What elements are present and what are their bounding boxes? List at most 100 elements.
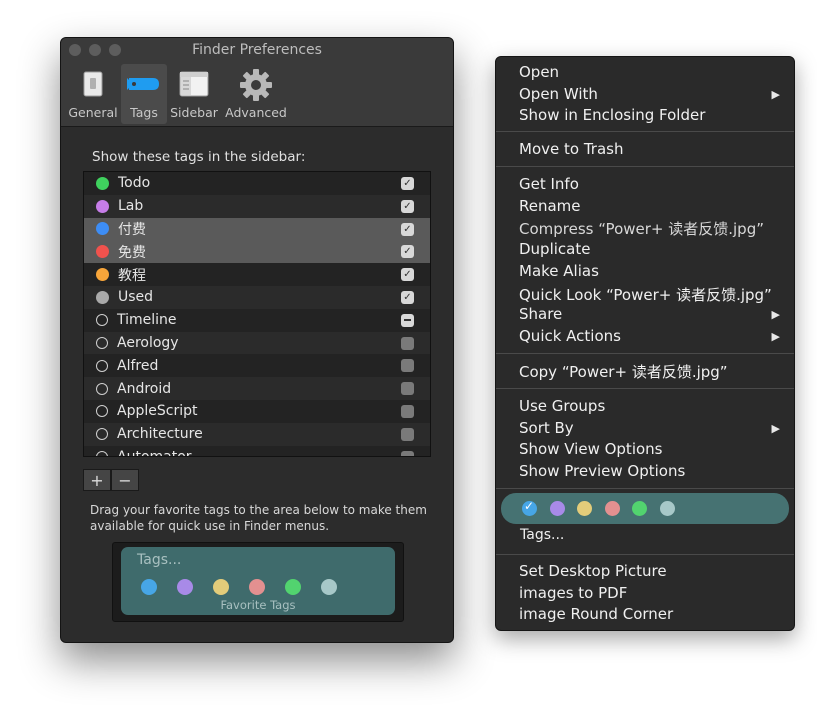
- tag-empty-circle: [96, 428, 108, 441]
- show-in-sidebar-checkbox[interactable]: [401, 359, 414, 373]
- tag-color-dot: [96, 222, 109, 236]
- show-in-sidebar-checkbox[interactable]: [401, 404, 414, 418]
- favorite-tag-dot[interactable]: [249, 579, 265, 595]
- menu-item[interactable]: Quick Look “Power+ 读者反馈.jpg”: [519, 284, 772, 305]
- tag-row[interactable]: Aerology: [84, 331, 430, 355]
- tag-row[interactable]: Lab ✓: [84, 194, 430, 218]
- show-in-sidebar-checkbox[interactable]: [401, 427, 414, 441]
- show-in-sidebar-checkbox[interactable]: ✓: [401, 222, 414, 236]
- tags-menu-item[interactable]: Tags...: [520, 527, 564, 543]
- tab-tags[interactable]: Tags: [121, 64, 167, 124]
- tag-color-dot: [96, 245, 109, 259]
- menu-item[interactable]: Open With: [519, 85, 598, 103]
- tag-name: Aerology: [117, 334, 179, 351]
- tag-color-dot: [96, 199, 109, 213]
- tab-general[interactable]: General: [67, 64, 119, 124]
- menu-item[interactable]: Use Groups: [519, 397, 605, 415]
- tag-row[interactable]: 付费 ✓: [84, 217, 430, 241]
- tag-list[interactable]: Todo ✓ Lab ✓ 付费 ✓ 免费 ✓ 教程 ✓ Used ✓ Timeline Aerology A…: [83, 171, 431, 457]
- add-remove-controls: + −: [83, 469, 139, 491]
- show-in-sidebar-checkbox[interactable]: ✓: [401, 245, 414, 259]
- show-in-sidebar-checkbox[interactable]: ✓: [401, 177, 414, 190]
- favorite-tag-dot[interactable]: [213, 579, 229, 595]
- tag-color-option[interactable]: [549, 501, 565, 516]
- menu-item[interactable]: image Round Corner: [519, 605, 673, 623]
- show-in-sidebar-checkbox[interactable]: [401, 382, 414, 396]
- menu-item[interactable]: Move to Trash: [519, 140, 623, 158]
- tag-row[interactable]: Used ✓: [84, 285, 430, 309]
- menu-item[interactable]: Make Alias: [519, 262, 599, 280]
- tag-name: Timeline: [117, 312, 177, 329]
- sidebar-tags-heading: Show these tags in the sidebar:: [92, 149, 306, 165]
- tag-name: AppleScript: [117, 403, 198, 420]
- tab-advanced-label: Advanced: [225, 105, 287, 120]
- favorite-tag-dot[interactable]: [285, 579, 301, 595]
- menu-item[interactable]: Compress “Power+ 读者反馈.jpg”: [519, 218, 764, 239]
- tag-empty-circle: [96, 450, 108, 456]
- favorite-tag-dot[interactable]: [141, 579, 157, 595]
- menu-item[interactable]: Copy “Power+ 读者反馈.jpg”: [519, 361, 728, 382]
- tag-row[interactable]: Architecture: [84, 422, 430, 446]
- tag-empty-circle: [96, 336, 108, 349]
- menu-separator: [496, 166, 794, 167]
- menu-item[interactable]: Show in Enclosing Folder: [519, 106, 705, 124]
- tag-color-dot: [96, 268, 109, 282]
- tag-row[interactable]: Timeline: [84, 309, 430, 332]
- tag-row[interactable]: 免费 ✓: [84, 240, 430, 264]
- menu-item[interactable]: Duplicate: [519, 240, 590, 258]
- menu-item[interactable]: images to PDF: [519, 584, 627, 602]
- favorite-tags-dropzone[interactable]: Tags... Favorite Tags: [121, 547, 395, 615]
- menu-item[interactable]: Rename: [519, 197, 581, 215]
- tag-row[interactable]: Android: [84, 377, 430, 400]
- tag-name: Automator: [117, 448, 192, 457]
- menu-separator: [496, 388, 794, 389]
- tag-name: Used: [118, 289, 154, 306]
- tab-advanced[interactable]: Advanced: [223, 64, 289, 124]
- tag-row[interactable]: 教程 ✓: [84, 263, 430, 286]
- favorite-tag-dot[interactable]: [321, 579, 337, 595]
- tag-name: Alfred: [117, 357, 159, 374]
- menu-separator: [496, 488, 794, 489]
- tab-sidebar-label: Sidebar: [170, 105, 218, 120]
- tag-row[interactable]: Todo ✓: [84, 172, 430, 195]
- tag-color-dot: [96, 176, 109, 190]
- tab-sidebar[interactable]: Sidebar: [169, 64, 219, 124]
- submenu-arrow-icon: ▶: [771, 308, 780, 322]
- submenu-arrow-icon: ▶: [771, 421, 780, 435]
- tag-color-option[interactable]: [632, 501, 647, 516]
- tag-row[interactable]: Automator: [84, 446, 430, 457]
- menu-item[interactable]: Share: [519, 305, 562, 323]
- tag-color-checked[interactable]: [522, 499, 537, 516]
- show-in-sidebar-checkbox[interactable]: [401, 450, 414, 456]
- tag-row[interactable]: Alfred: [84, 354, 430, 377]
- menu-separator: [496, 554, 794, 555]
- menu-item[interactable]: Get Info: [519, 175, 579, 193]
- tag-empty-circle: [96, 359, 108, 372]
- favorite-tags-placeholder: Tags...: [137, 552, 182, 568]
- favorite-tag-dots: [141, 579, 337, 595]
- menu-item[interactable]: Open: [519, 63, 559, 81]
- gear-icon: [240, 69, 272, 101]
- remove-tag-button[interactable]: −: [111, 469, 139, 491]
- menu-item[interactable]: Set Desktop Picture: [519, 562, 667, 580]
- show-in-sidebar-checkbox[interactable]: [401, 336, 414, 350]
- menu-item[interactable]: Show Preview Options: [519, 462, 685, 480]
- show-in-sidebar-checkbox[interactable]: [401, 313, 414, 327]
- tag-color-option[interactable]: [659, 501, 675, 516]
- tag-empty-circle: [96, 382, 108, 395]
- show-in-sidebar-checkbox[interactable]: ✓: [401, 268, 414, 282]
- add-tag-button[interactable]: +: [83, 469, 111, 491]
- menu-item[interactable]: Quick Actions: [519, 327, 621, 345]
- favorite-tags-caption: Favorite Tags: [220, 598, 296, 612]
- submenu-arrow-icon: ▶: [771, 87, 780, 101]
- tag-row[interactable]: AppleScript: [84, 400, 430, 423]
- favorite-tags-area: Tags... Favorite Tags: [112, 542, 404, 622]
- show-in-sidebar-checkbox[interactable]: ✓: [401, 199, 414, 213]
- tag-color-option[interactable]: [604, 501, 620, 516]
- favorite-tag-dot[interactable]: [177, 579, 193, 595]
- tag-color-option[interactable]: [577, 501, 592, 516]
- menu-item[interactable]: Show View Options: [519, 440, 662, 458]
- menu-item[interactable]: Sort By: [519, 419, 574, 437]
- tag-name: 免费: [118, 244, 146, 261]
- show-in-sidebar-checkbox[interactable]: ✓: [401, 290, 414, 304]
